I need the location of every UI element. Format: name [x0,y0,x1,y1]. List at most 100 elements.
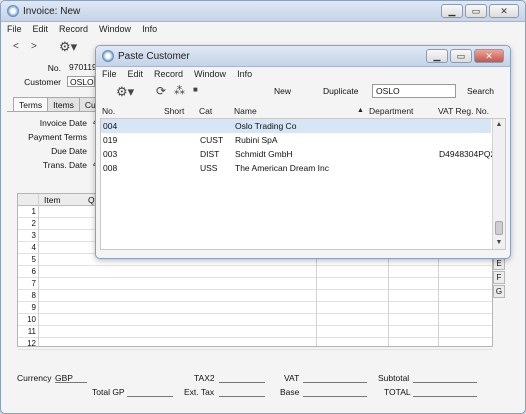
table-row[interactable]: 8 [18,290,492,302]
new-button[interactable]: New [274,86,291,96]
row-name: Schmidt GmbH [235,149,293,159]
col-no[interactable]: No. [102,106,115,116]
scroll-thumb[interactable] [495,221,503,235]
scroll-down-icon[interactable]: ▼ [493,237,505,249]
row-number: 10 [27,315,36,324]
currency-field[interactable]: GBP [55,373,87,383]
row-name: Oslo Trading Co [235,121,297,131]
col-vat-reg-no[interactable]: VAT Reg. No. [438,106,489,116]
list-item[interactable]: 008 USS The American Dream Inc [101,161,491,175]
invoice-menubar: File Edit Record Window Info [1,22,525,36]
row-number: 1 [31,207,36,216]
row-number: 11 [27,327,36,336]
table-row[interactable]: 12 [18,338,492,350]
subtotal-field[interactable] [413,373,477,383]
tab-terms[interactable]: Terms [13,97,49,111]
maximize-button[interactable]: ▭ [450,49,472,63]
customer-list[interactable]: 004 Oslo Trading Co 019 CUST Rubini SpA … [100,118,506,250]
row-no: 004 [103,121,118,131]
trans-date-label: Trans. Date [42,160,87,170]
side-tab-f[interactable]: F [493,271,505,284]
col-cat[interactable]: Cat [199,106,212,116]
maximize-button[interactable]: ▭ [465,4,487,18]
prev-record-icon[interactable]: < [13,41,19,52]
total-gp-label: Total GP [92,387,125,397]
row-cat: DIST [200,149,220,159]
close-button[interactable]: ✕ [474,49,504,63]
menu-info[interactable]: Info [142,22,157,36]
actions-gear-icon[interactable]: ⚙▾ [59,39,77,55]
stop-icon[interactable]: ■ [193,85,198,94]
app-icon [7,5,19,17]
total-field[interactable] [413,387,477,397]
menu-edit[interactable]: Edit [33,22,49,36]
row-no: 008 [103,163,118,173]
tax2-label: TAX2 [194,373,215,383]
total-gp-field[interactable] [127,387,173,397]
invoice-window-title: Invoice: New [23,6,81,17]
side-tab-g[interactable]: G [493,285,505,298]
col-department[interactable]: Department [369,106,413,116]
paste-window-title: Paste Customer [118,51,190,62]
vat-field[interactable] [303,373,367,383]
table-row[interactable]: 7 [18,278,492,290]
menu-file[interactable]: File [7,22,22,36]
table-row[interactable]: 11 [18,326,492,338]
minimize-button[interactable]: ▁ [426,49,448,63]
menu-window[interactable]: Window [99,22,131,36]
invoice-titlebar: Invoice: New ▁ ▭ ✕ [1,1,525,22]
paste-titlebar: Paste Customer ▁ ▭ ✕ [96,46,510,67]
menu-record[interactable]: Record [154,67,183,81]
row-no: 003 [103,149,118,159]
no-field[interactable]: 970119 [67,62,97,73]
scroll-up-icon[interactable]: ▲ [493,119,505,131]
col-name[interactable]: Name [234,106,257,116]
list-item[interactable]: 003 DIST Schmidt GmbH D4948304PQ2 [101,147,495,161]
invoice-date-label: Invoice Date [39,118,87,128]
menu-window[interactable]: Window [194,67,226,81]
row-number: 6 [31,267,36,276]
duplicate-button[interactable]: Duplicate [323,86,358,96]
grid-col-item: Item [44,195,61,205]
close-button[interactable]: ✕ [489,4,519,18]
row-cat: CUST [200,135,224,145]
col-short[interactable]: Short [164,106,184,116]
menu-edit[interactable]: Edit [128,67,144,81]
list-scrollbar[interactable]: ▲ ▼ [492,119,505,249]
table-row[interactable]: 6 [18,266,492,278]
tax2-field[interactable] [219,373,265,383]
base-field[interactable] [303,387,367,397]
paste-menubar: File Edit Record Window Info [96,67,510,81]
list-item[interactable]: 019 CUST Rubini SpA [101,133,491,147]
base-label: Base [280,387,300,397]
menu-file[interactable]: File [102,67,117,81]
refresh-icon[interactable]: ⟳ [156,84,166,98]
table-row[interactable]: 9 [18,302,492,314]
grid-col-divider [38,194,39,346]
table-row[interactable]: 10 [18,314,492,326]
row-number: 2 [31,219,36,228]
vat-label: VAT [284,373,300,383]
row-number: 5 [31,255,36,264]
actions-gear-icon[interactable]: ⚙▾ [116,84,134,100]
search-input[interactable]: OSLO [372,84,456,98]
menu-record[interactable]: Record [59,22,88,36]
row-name: Rubini SpA [235,135,278,145]
due-date-label: Due Date [51,146,87,156]
hierarchy-icon[interactable]: ⁂ [174,84,185,97]
ext-tax-label: Ext. Tax [184,387,215,397]
list-item[interactable]: 004 Oslo Trading Co [101,119,491,133]
menu-info[interactable]: Info [237,67,252,81]
ext-tax-field[interactable] [219,387,265,397]
tab-items[interactable]: Items [47,97,80,111]
customer-field[interactable]: OSLO [67,76,95,87]
minimize-button[interactable]: ▁ [441,4,463,18]
search-button[interactable]: Search [467,86,494,96]
next-record-icon[interactable]: > [31,41,37,52]
subtotal-label: Subtotal [378,373,410,383]
paste-toolbar: ⚙▾ ⟳ ⁂ ■ New Duplicate OSLO Search [96,82,510,104]
no-label: No. [47,63,61,73]
total-label: TOTAL [384,387,411,397]
row-number: 9 [31,303,36,312]
row-number: 4 [31,243,36,252]
